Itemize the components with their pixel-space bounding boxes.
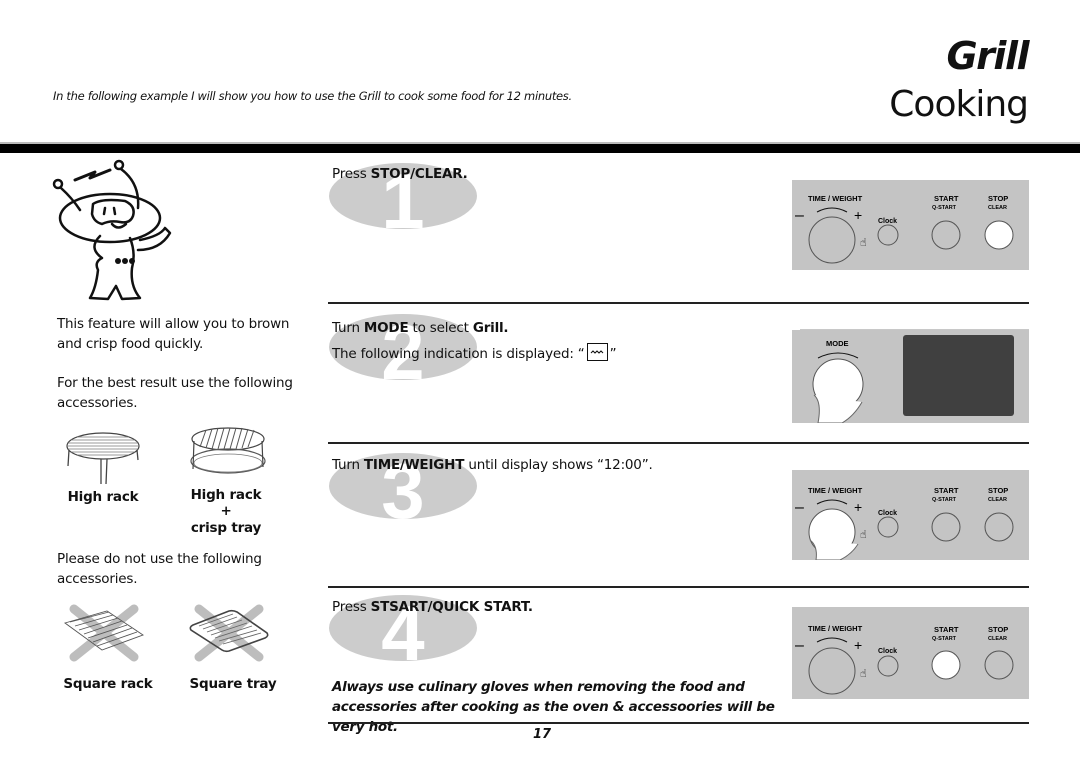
stop-label: STOP <box>988 625 1008 634</box>
step-3-prefix: Turn <box>332 457 364 473</box>
step-divider-1 <box>328 302 1029 304</box>
stop-clear-button[interactable] <box>984 512 1014 542</box>
dial-label: TIME / WEIGHT <box>808 194 863 203</box>
feature-description: This feature will allow you to brown and… <box>57 316 290 352</box>
stop-sub-label: CLEAR <box>988 636 1007 642</box>
grill-keyword: Grill. <box>472 320 509 336</box>
start-quick-start-keyword: STSART/QUICK START. <box>370 599 533 615</box>
square-rack-label: Square rack <box>63 676 153 692</box>
start-label: START <box>934 486 959 495</box>
start-label: START <box>934 194 959 203</box>
step-divider-2 <box>328 442 1029 444</box>
high-rack-icon <box>66 432 140 485</box>
minus-sign: – <box>795 637 804 654</box>
start-sub-label: Q-START <box>932 636 957 642</box>
time-weight-dial[interactable] <box>808 647 856 695</box>
page-title-grill: Grill <box>946 34 1029 78</box>
step-4-control-panel: TIME / WEIGHT – + ☝ Clock START Q-START … <box>792 607 1029 699</box>
clock-label: Clock <box>878 218 897 225</box>
minus-sign: – <box>795 207 804 224</box>
step-divider-3 <box>328 586 1029 588</box>
step-4-instruction: Press STSART/QUICK START. <box>332 599 533 615</box>
square-tray-label: Square tray <box>189 676 277 692</box>
high-rack-crisp-tray-icon <box>190 427 266 474</box>
mode-keyword: MODE <box>363 320 409 336</box>
page-title-cooking: Cooking <box>889 84 1029 125</box>
minus-sign: – <box>795 499 804 516</box>
square-tray-crossed-icon <box>189 604 269 662</box>
safety-warning: Always use culinary gloves when removing… <box>332 679 775 735</box>
stop-sub-label: CLEAR <box>988 205 1007 211</box>
best-result-text: For the best result use the following ac… <box>57 375 293 411</box>
stop-clear-button[interactable] <box>984 650 1014 680</box>
start-sub-label: Q-START <box>932 497 957 503</box>
clock-button[interactable] <box>877 224 899 246</box>
step-3-instruction: Turn TIME/WEIGHT until display shows “12… <box>332 457 653 473</box>
time-weight-dial[interactable] <box>808 216 856 264</box>
step-2-middle: to select <box>408 320 473 336</box>
clock-button[interactable] <box>877 655 899 677</box>
step-2-control-panel: MODE <box>792 330 1029 423</box>
step-4-prefix: Press <box>332 599 371 615</box>
clock-button[interactable] <box>877 516 899 538</box>
start-sub-label: Q-START <box>932 205 957 211</box>
step-2-instruction-line1: Turn MODE to select Grill. <box>332 320 509 336</box>
start-button[interactable] <box>931 512 961 542</box>
high-rack-crisp-tray-label-line1: High rack <box>190 487 262 503</box>
step-2-instruction-line2: The following indication is displayed: “… <box>332 343 617 363</box>
step-3-control-panel: TIME / WEIGHT – + ☝ Clock START Q-START … <box>792 470 1029 560</box>
high-rack-label: High rack <box>67 489 139 505</box>
clock-label: Clock <box>878 510 897 517</box>
step-1-control-panel: TIME / WEIGHT – + ☝ Clock START Q-START … <box>792 180 1029 270</box>
indication-text: The following indication is displayed: “ <box>332 346 585 362</box>
plus-sign: + <box>854 499 862 515</box>
page-number: 17 <box>533 727 552 742</box>
plus-sign: + <box>854 637 862 653</box>
step-1-prefix: Press <box>332 166 371 182</box>
touch-icon: ☝ <box>860 528 867 541</box>
indication-close-quote: ” <box>609 346 617 362</box>
stop-label: STOP <box>988 194 1008 203</box>
stop-clear-button-highlighted[interactable] <box>984 220 1014 250</box>
step-2-prefix: Turn <box>332 320 364 336</box>
high-rack-crisp-tray-label-line3: crisp tray <box>190 520 262 536</box>
mode-label: MODE <box>826 339 849 348</box>
clock-label: Clock <box>878 648 897 655</box>
do-not-use-text: Please do not use the following accessor… <box>57 551 262 587</box>
start-label: START <box>934 625 959 634</box>
time-weight-keyword: TIME/WEIGHT <box>363 457 465 473</box>
mascot-illustration <box>52 159 172 301</box>
header-divider-bar <box>0 144 1080 153</box>
dial-label: TIME / WEIGHT <box>808 624 863 633</box>
grill-wave-icon <box>586 343 608 361</box>
dial-label: TIME / WEIGHT <box>808 486 863 495</box>
plus-sign: + <box>854 207 862 223</box>
stop-label: STOP <box>988 486 1008 495</box>
square-rack-crossed-icon <box>63 604 144 662</box>
step-3-suffix: until display shows “12:00”. <box>464 457 653 473</box>
touch-icon: ☝ <box>860 667 867 680</box>
footer-divider <box>328 722 1029 724</box>
start-button[interactable] <box>931 220 961 250</box>
stop-sub-label: CLEAR <box>988 497 1007 503</box>
start-button-highlighted[interactable] <box>931 650 961 680</box>
touch-icon: ☝ <box>860 236 867 249</box>
intro-text: In the following example I will show you… <box>53 89 572 103</box>
display-screen <box>903 335 1014 416</box>
high-rack-crisp-tray-label-plus: + <box>220 503 232 519</box>
stop-clear-keyword: STOP/CLEAR. <box>370 166 468 182</box>
step-1-instruction: Press STOP/CLEAR. <box>332 166 468 182</box>
